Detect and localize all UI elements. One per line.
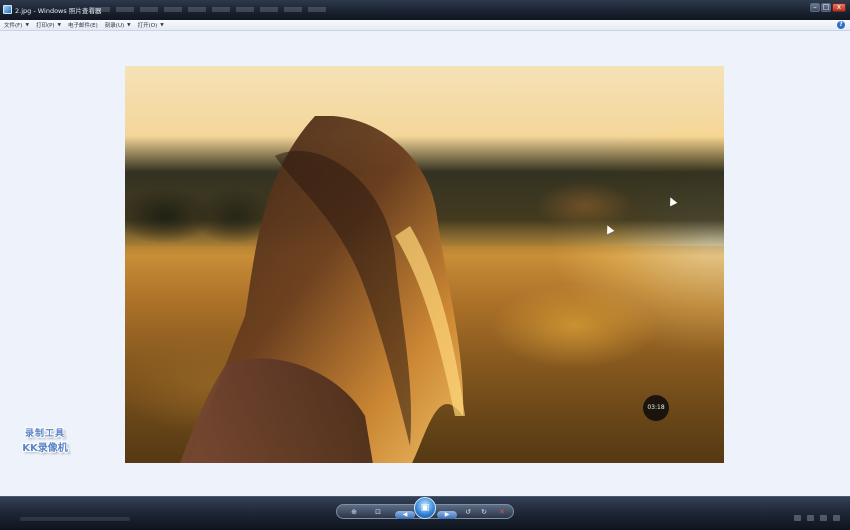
menu-open-label: 打开(O) (137, 23, 158, 29)
tray-icon (794, 515, 801, 521)
tray-icon (833, 515, 840, 521)
minimize-button[interactable]: – (810, 3, 820, 12)
title-bar: 2.jpg - Windows 照片查看器 – □ x (0, 0, 850, 20)
menu-bar: 文件(F) ▼ 打印(P) ▼ 电子邮件(E) 刻录(U) ▼ 打开(O) ▼ … (0, 20, 850, 31)
next-button[interactable]: ▶ (437, 511, 457, 519)
menu-file-label: 文件(F) (4, 23, 23, 29)
watermark-line2: KK录像机 (22, 443, 68, 454)
close-button[interactable]: x (832, 3, 846, 12)
menu-open[interactable]: 打开(O) ▼ (137, 21, 164, 30)
rotate-clockwise-icon[interactable]: ↻ (479, 507, 489, 517)
recorder-watermark: 录制工具 KK录像机 (14, 426, 76, 454)
help-icon[interactable]: ? (837, 21, 845, 29)
minimize-icon: – (813, 3, 817, 11)
watermark-line1: 录制工具 (24, 429, 65, 439)
displayed-photo: 03:18 (125, 66, 724, 463)
menu-burn[interactable]: 刻录(U) ▼ (104, 21, 131, 30)
close-icon: x (836, 3, 842, 11)
photo-girl-silhouette (179, 116, 465, 463)
menu-email-label: 电子邮件(E) (68, 23, 98, 29)
delete-icon[interactable]: ✕ (497, 507, 507, 517)
chevron-down-icon: ▼ (160, 22, 164, 28)
blurred-title-strip (92, 7, 332, 12)
menu-print-label: 打印(P) (35, 23, 55, 29)
window-title: 2.jpg - Windows 照片查看器 (15, 7, 102, 15)
blurred-status-text (20, 517, 130, 521)
chevron-down-icon: ▼ (127, 22, 131, 28)
previous-button[interactable]: ◀ (395, 511, 415, 519)
slideshow-button[interactable]: ▣ (414, 497, 436, 519)
maximize-icon: □ (822, 3, 830, 11)
photo-viewer-app-icon (3, 5, 12, 14)
menu-email[interactable]: 电子邮件(E) (68, 21, 98, 29)
bottom-toolbar: ⊕ ⊡ ◀ ▶ ↺ ↻ ✕ ▣ (0, 496, 850, 530)
maximize-button[interactable]: □ (821, 3, 831, 12)
tray-icon (807, 515, 814, 521)
menu-print[interactable]: 打印(P) ▼ (35, 21, 62, 30)
rotate-counterclockwise-icon[interactable]: ↺ (463, 507, 473, 517)
menu-burn-label: 刻录(U) (104, 23, 125, 29)
tray-icon (820, 515, 827, 521)
tray-icons (788, 515, 840, 521)
menu-file[interactable]: 文件(F) ▼ (4, 21, 29, 30)
magnifier-icon[interactable]: ⊕ (349, 507, 359, 517)
fit-window-icon[interactable]: ⊡ (373, 507, 383, 517)
recording-timer: 03:18 (643, 395, 669, 421)
chevron-down-icon: ▼ (25, 22, 29, 28)
caption-buttons: – □ x (809, 3, 846, 16)
chevron-down-icon: ▼ (57, 22, 62, 28)
